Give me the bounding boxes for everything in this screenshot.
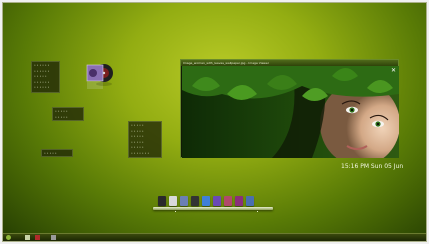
menu-item[interactable]: • • • • • • • xyxy=(131,151,159,157)
music-album-icon[interactable] xyxy=(77,63,115,95)
chat-icon[interactable] xyxy=(213,196,221,206)
running-indicator xyxy=(257,211,258,212)
terminal-icon[interactable] xyxy=(158,196,166,206)
globe-icon[interactable] xyxy=(202,196,210,206)
menu-item-label: • • • • • • • xyxy=(131,150,150,155)
files-icon[interactable] xyxy=(169,196,177,206)
menu-item-label: • • • • • xyxy=(44,151,57,155)
app-icon[interactable] xyxy=(51,235,56,240)
menu-icon[interactable] xyxy=(6,235,11,240)
woman-with-leaves-photo xyxy=(182,66,399,158)
running-indicator xyxy=(175,211,176,212)
image-viewer-icon[interactable] xyxy=(180,196,188,206)
image-viewer-window[interactable]: Image_woman_with_leaves_wallpaper.jpg - … xyxy=(180,59,399,158)
close-icon[interactable]: ✕ xyxy=(391,68,396,74)
settings-icon[interactable] xyxy=(246,196,254,206)
desktop-menu-1[interactable]: • • • • • • • • • • • • • • • • • • • • • •… xyxy=(31,61,60,93)
photos-icon[interactable] xyxy=(235,196,243,206)
menu-item[interactable]: • • • • • xyxy=(55,115,81,121)
menu-item[interactable]: • • • • • • xyxy=(34,85,57,91)
dock-shelf xyxy=(153,207,273,210)
window-icon[interactable] xyxy=(35,235,40,240)
menu-item-label: • • • • • xyxy=(55,114,68,119)
media-player-icon[interactable] xyxy=(224,196,232,206)
menu-item[interactable]: • • • • • xyxy=(44,151,70,157)
clock-text: 15:16 PM Sun 05 Jun xyxy=(341,163,404,170)
desktop-menu-4[interactable]: • • • • • xyxy=(41,149,73,157)
desktop-menu-2[interactable]: • • • • • • • • • • xyxy=(52,107,84,121)
desktop-menu-3[interactable]: • • • • • • • • • • • • • • • • • • • • • • … xyxy=(128,121,162,158)
menu-item-label: • • • • • • xyxy=(34,85,50,89)
desktop: • • • • • • • • • • • • • • • • • • • • • •… xyxy=(2,2,427,242)
taskbar xyxy=(3,233,426,241)
music-icon[interactable] xyxy=(191,196,199,206)
desktop-icon[interactable] xyxy=(25,235,30,240)
